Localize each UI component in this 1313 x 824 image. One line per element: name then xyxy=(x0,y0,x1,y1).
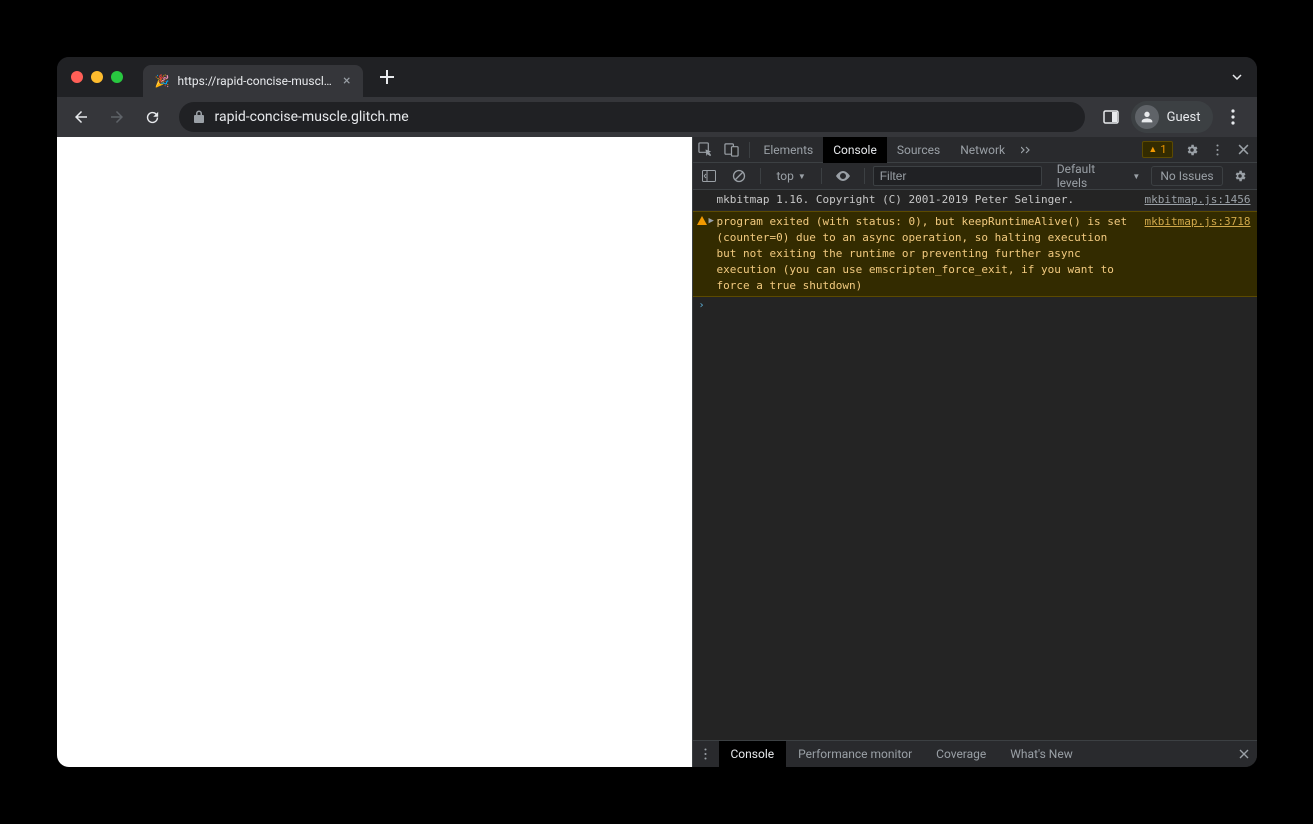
console-toolbar: top ▼ Default levels ▼ No Issues xyxy=(693,163,1257,190)
back-button[interactable] xyxy=(65,101,97,133)
devtools-settings-button[interactable] xyxy=(1179,137,1205,163)
device-icon xyxy=(724,142,739,157)
context-select[interactable]: top ▼ xyxy=(769,166,812,186)
drawer-tab-performance[interactable]: Performance monitor xyxy=(786,741,924,768)
inspect-icon xyxy=(698,142,713,157)
drawer-close-button[interactable] xyxy=(1231,749,1257,759)
clear-icon xyxy=(732,169,746,183)
tab-favicon: 🎉 xyxy=(155,74,170,88)
close-icon xyxy=(1238,144,1249,155)
reload-button[interactable] xyxy=(137,101,169,133)
arrow-left-icon xyxy=(72,108,90,126)
devtools-tabs: Elements Console Sources Network ▲ 1 xyxy=(693,137,1257,163)
arrow-right-icon xyxy=(108,108,126,126)
avatar-icon xyxy=(1135,105,1159,129)
profile-button[interactable]: Guest xyxy=(1131,101,1213,133)
chevron-down-icon: ▼ xyxy=(798,172,806,181)
drawer-tab-coverage[interactable]: Coverage xyxy=(924,741,998,768)
issues-label: No Issues xyxy=(1160,169,1213,183)
browser-tab[interactable]: 🎉 https://rapid-concise-muscle.g × xyxy=(143,65,363,97)
filter-input[interactable] xyxy=(873,166,1042,186)
console-prompt[interactable]: › xyxy=(693,297,1257,316)
clear-console-button[interactable] xyxy=(726,163,752,189)
devtools-drawer: Console Performance monitor Coverage Wha… xyxy=(693,740,1257,767)
inspect-element-button[interactable] xyxy=(693,137,719,163)
toolbar-right: Guest xyxy=(1095,101,1249,133)
tab-elements[interactable]: Elements xyxy=(754,137,824,163)
chevron-down-icon: ▼ xyxy=(1132,172,1140,181)
profile-label: Guest xyxy=(1167,110,1201,125)
log-source-link[interactable]: mkbitmap.js:3718 xyxy=(1145,214,1251,294)
reload-icon xyxy=(144,109,161,126)
kebab-icon xyxy=(1216,143,1219,157)
context-label: top xyxy=(776,169,793,183)
lock-icon xyxy=(193,110,205,124)
close-icon xyxy=(1239,749,1249,759)
chevrons-icon xyxy=(1021,144,1033,156)
log-message: program exited (with status: 0), but kee… xyxy=(717,214,1133,294)
address-bar[interactable]: rapid-concise-muscle.glitch.me xyxy=(179,102,1085,132)
console-body[interactable]: mkbitmap 1.16. Copyright (C) 2001-2019 P… xyxy=(693,190,1257,740)
window-controls xyxy=(71,71,123,83)
device-mode-button[interactable] xyxy=(719,137,745,163)
log-row: ▶ program exited (with status: 0), but k… xyxy=(693,211,1257,297)
live-expression-button[interactable] xyxy=(830,163,856,189)
toolbar: rapid-concise-muscle.glitch.me Guest xyxy=(57,97,1257,137)
kebab-icon xyxy=(704,747,707,761)
drawer-menu-button[interactable] xyxy=(693,741,719,767)
issues-button[interactable]: No Issues xyxy=(1151,166,1222,186)
page-viewport[interactable] xyxy=(57,137,692,767)
devtools-menu-button[interactable] xyxy=(1205,137,1231,163)
drawer-tab-whatsnew[interactable]: What's New xyxy=(998,741,1084,768)
titlebar: 🎉 https://rapid-concise-muscle.g × xyxy=(57,57,1257,97)
content-area: Elements Console Sources Network ▲ 1 xyxy=(57,137,1257,767)
browser-window: 🎉 https://rapid-concise-muscle.g × rapid… xyxy=(57,57,1257,767)
warnings-badge[interactable]: ▲ 1 xyxy=(1142,141,1172,158)
menu-button[interactable] xyxy=(1217,101,1249,133)
sidebar-toggle-icon xyxy=(702,170,716,182)
url-text: rapid-concise-muscle.glitch.me xyxy=(215,109,409,125)
gear-icon xyxy=(1233,169,1247,183)
side-panel-button[interactable] xyxy=(1095,101,1127,133)
eye-icon xyxy=(835,170,851,182)
plus-icon xyxy=(380,70,394,84)
prompt-caret-icon: › xyxy=(699,299,705,314)
tab-console[interactable]: Console xyxy=(823,137,887,163)
log-row: mkbitmap 1.16. Copyright (C) 2001-2019 P… xyxy=(693,190,1257,211)
tab-network[interactable]: Network xyxy=(950,137,1015,163)
drawer-tab-console[interactable]: Console xyxy=(719,741,787,768)
console-settings-button[interactable] xyxy=(1227,163,1253,189)
console-sidebar-toggle[interactable] xyxy=(697,163,723,189)
devtools-panel: Elements Console Sources Network ▲ 1 xyxy=(692,137,1257,767)
tab-sources[interactable]: Sources xyxy=(887,137,950,163)
log-message: mkbitmap 1.16. Copyright (C) 2001-2019 P… xyxy=(717,192,1133,208)
close-window-button[interactable] xyxy=(71,71,83,83)
panel-icon xyxy=(1103,109,1119,125)
log-levels-label: Default levels xyxy=(1057,162,1129,190)
expand-icon[interactable]: ▶ xyxy=(709,215,714,228)
new-tab-button[interactable] xyxy=(373,63,401,91)
warning-icon: ▲ xyxy=(1148,144,1157,155)
gear-icon xyxy=(1185,143,1199,157)
warnings-count: 1 xyxy=(1160,143,1166,156)
log-source-link[interactable]: mkbitmap.js:1456 xyxy=(1145,192,1251,208)
forward-button[interactable] xyxy=(101,101,133,133)
tabs-overflow-button[interactable] xyxy=(1015,137,1039,163)
chevron-down-icon xyxy=(1231,71,1243,83)
devtools-close-button[interactable] xyxy=(1231,137,1257,163)
log-levels-select[interactable]: Default levels ▼ xyxy=(1050,166,1148,186)
minimize-window-button[interactable] xyxy=(91,71,103,83)
maximize-window-button[interactable] xyxy=(111,71,123,83)
kebab-icon xyxy=(1231,109,1235,125)
tab-title: https://rapid-concise-muscle.g xyxy=(177,74,335,88)
tab-close-icon[interactable]: × xyxy=(343,73,350,89)
tabs-dropdown-button[interactable] xyxy=(1225,65,1249,89)
